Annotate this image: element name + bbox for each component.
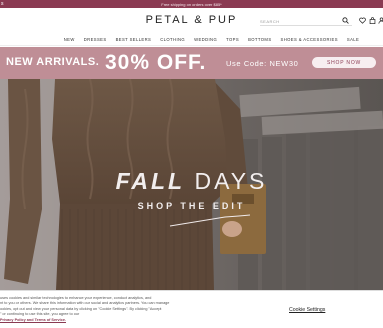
bag-icon[interactable]	[368, 16, 376, 24]
search-input[interactable]: SEARCH	[260, 16, 352, 26]
cookie-settings-button[interactable]: Cookie Settings	[289, 307, 325, 313]
hero-title-days: DAYS	[194, 168, 268, 194]
nav-item-dresses[interactable]: DRESSES	[84, 37, 107, 42]
promo-discount: 30% OFF.	[105, 51, 207, 74]
promo-new-arrivals: NEW ARRIVALS.	[6, 56, 100, 68]
cookie-text-line: " or continuing to use this site, you ag…	[0, 312, 212, 323]
account-icon[interactable]	[377, 16, 383, 24]
announcement-text[interactable]: Free shipping on orders over $85*	[161, 2, 221, 7]
shop-the-edit-link[interactable]: SHOP THE EDIT	[0, 201, 383, 211]
announcement-bar: s Free shipping on orders over $85*	[0, 0, 383, 8]
main-nav: NEW DRESSES BEST SELLERS CLOTHING WEDDIN…	[0, 34, 383, 46]
cookie-text: uses cookies and similar technologies to…	[0, 296, 212, 323]
promo-banner[interactable]: NEW ARRIVALS. 30% OFF. Use Code: NEW30 S…	[0, 47, 383, 79]
nav-item-bottoms[interactable]: BOTTOMS	[248, 37, 271, 42]
nav-item-shoes-accessories[interactable]: SHOES & ACCESSORIES	[281, 37, 338, 42]
nav-item-wedding[interactable]: WEDDING	[194, 37, 217, 42]
hero-title-fall: FALL	[115, 168, 186, 194]
nav-item-new[interactable]: NEW	[64, 37, 75, 42]
announcement-left-glyph: s	[1, 1, 4, 7]
privacy-policy-link[interactable]: Privacy Policy and Terms of Service.	[0, 318, 66, 322]
shop-now-button[interactable]: SHOP NOW	[312, 57, 376, 68]
heart-icon[interactable]	[358, 16, 366, 24]
hero-title: FALL DAYS	[0, 168, 383, 195]
hero-banner[interactable]: FALL DAYS SHOP THE EDIT	[0, 79, 383, 290]
search-icon[interactable]	[341, 16, 349, 24]
nav-item-best-sellers[interactable]: BEST SELLERS	[116, 37, 152, 42]
nav-item-sale[interactable]: SALE	[347, 37, 359, 42]
nav-item-clothing[interactable]: CLOTHING	[160, 37, 185, 42]
promo-code: Use Code: NEW30	[226, 59, 299, 68]
site-header: PETAL & PUP SEARCH	[0, 8, 383, 34]
nav-item-tops[interactable]: TOPS	[226, 37, 239, 42]
cookie-banner: uses cookies and similar technologies to…	[0, 290, 383, 328]
